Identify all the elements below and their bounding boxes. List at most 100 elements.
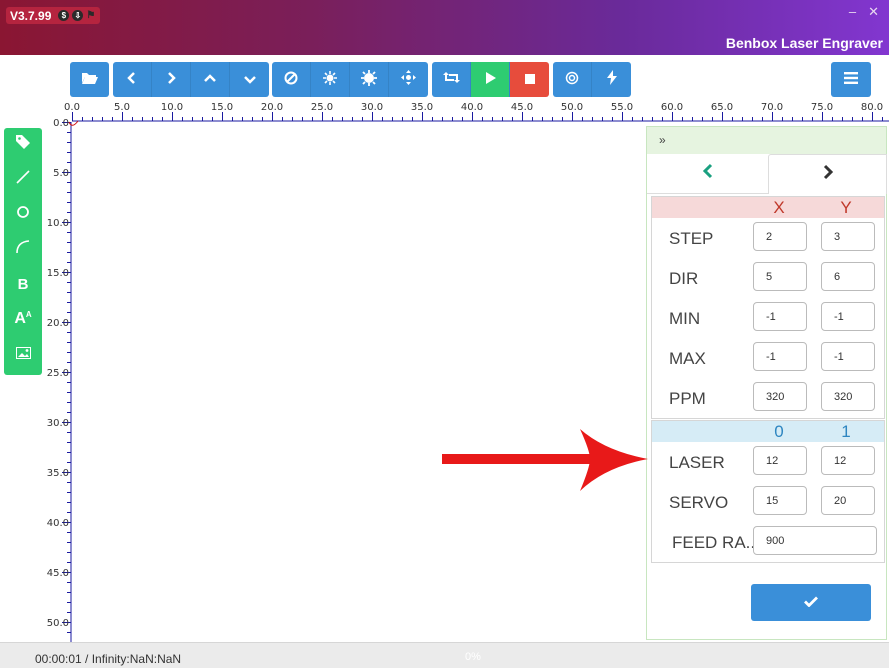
ppm-label: PPM	[669, 389, 706, 408]
ppm-row: PPM 320 320	[652, 379, 886, 419]
app-title: Benbox Laser Engraver	[725, 35, 883, 51]
chevron-right-icon	[822, 163, 834, 186]
min-x-field[interactable]: -1	[753, 302, 807, 331]
ruler-v-label: 25.0	[47, 368, 69, 379]
min-row: MIN -1 -1	[652, 299, 886, 339]
jog-up-button[interactable]	[191, 62, 230, 97]
tool-palette: B AA	[4, 128, 42, 375]
laser-0-field[interactable]: 12	[753, 446, 807, 475]
dollar-icon[interactable]: $	[58, 10, 70, 21]
circle-icon	[16, 205, 30, 223]
move-crosshair-icon	[401, 70, 416, 89]
stop-button[interactable]	[510, 62, 549, 97]
tag-icon	[16, 135, 30, 153]
servo-1-field[interactable]: 20	[821, 486, 875, 515]
ruler-h-label: 30.0	[361, 102, 383, 113]
laser-high-button[interactable]	[350, 62, 389, 97]
laser-row: LASER 12 12	[652, 443, 886, 483]
run-group	[432, 62, 549, 97]
save-settings-button[interactable]	[751, 584, 871, 621]
ruler-h-label: 5.0	[114, 102, 130, 113]
dir-row: DIR 5 6	[652, 259, 886, 299]
feed-rate-field[interactable]: 900	[753, 526, 877, 555]
retweet-icon	[442, 71, 460, 88]
ppm-x-field[interactable]: 320	[753, 382, 807, 411]
step-row: STEP 2 3	[652, 219, 886, 259]
collapse-panel-button[interactable]: »	[659, 133, 666, 147]
ruler-h-label: 35.0	[411, 102, 433, 113]
chevron-left-icon	[702, 162, 714, 185]
servo-0-field[interactable]: 15	[753, 486, 807, 515]
line-tool[interactable]	[4, 167, 42, 191]
jog-group	[113, 62, 269, 97]
device-group	[553, 62, 631, 97]
elapsed-time: 00:00:01 / Infinity:NaN:NaN	[35, 652, 182, 666]
min-y-field[interactable]: -1	[821, 302, 875, 331]
circle-tool[interactable]	[4, 202, 42, 226]
origin-button[interactable]	[553, 62, 592, 97]
checkmark-icon	[804, 594, 818, 612]
output-0-column-header: 0	[774, 422, 784, 441]
dir-x-field[interactable]: 5	[753, 262, 807, 291]
menu-button[interactable]	[831, 62, 871, 97]
step-x-field[interactable]: 2	[753, 222, 807, 251]
output-settings-section: 0 1 LASER 12 12 SERVO 15 20 FEED RA.. 90…	[651, 420, 885, 563]
target-icon	[565, 71, 579, 89]
laser-off-button[interactable]	[272, 62, 311, 97]
work-canvas[interactable]	[68, 120, 646, 642]
tag-tool[interactable]	[4, 132, 42, 156]
jog-right-button[interactable]	[152, 62, 191, 97]
close-button[interactable]: ✕	[868, 4, 879, 20]
hamburger-menu-icon	[844, 71, 858, 89]
bold-text-icon: B	[17, 275, 29, 293]
axis-header: X Y	[652, 197, 884, 218]
dir-y-field[interactable]: 6	[821, 262, 875, 291]
burst-small-icon	[323, 70, 337, 89]
font-size-tool[interactable]: AA	[4, 307, 42, 331]
image-tool[interactable]	[4, 342, 42, 366]
ruler-h-label: 75.0	[811, 102, 833, 113]
output-header: 0 1	[652, 421, 884, 442]
connect-button[interactable]	[592, 62, 631, 97]
flag-icon[interactable]: ⚑	[86, 10, 96, 21]
download-icon[interactable]: ⇩	[72, 10, 84, 21]
arc-tool[interactable]	[4, 237, 42, 261]
ruler-v-label: 10.0	[47, 218, 69, 229]
ppm-y-field[interactable]: 320	[821, 382, 875, 411]
ruler-v-label: 0.0	[53, 118, 69, 129]
ruler-h-label: 15.0	[211, 102, 233, 113]
laser-low-button[interactable]	[311, 62, 350, 97]
panel-header: »	[647, 127, 886, 154]
tab-next[interactable]	[768, 154, 887, 194]
max-y-field[interactable]: -1	[821, 342, 875, 371]
progress-bar: 0%	[300, 648, 645, 664]
minimize-button[interactable]: –	[849, 4, 856, 20]
ruler-v-label: 5.0	[53, 168, 69, 179]
lightning-icon	[606, 70, 617, 89]
status-bar: 00:00:01 / Infinity:NaN:NaN 0%	[0, 642, 889, 668]
ruler-h-label: 10.0	[161, 102, 183, 113]
image-icon	[15, 346, 31, 363]
tab-prev[interactable]	[647, 154, 768, 194]
ruler-h-label: 70.0	[761, 102, 783, 113]
version-badge: V3.7.99 $ ⇩ ⚑	[6, 7, 101, 24]
step-y-field[interactable]: 3	[821, 222, 875, 251]
laser-1-field[interactable]: 12	[821, 446, 875, 475]
ban-icon	[284, 71, 298, 89]
repeat-button[interactable]	[432, 62, 471, 97]
jog-left-button[interactable]	[113, 62, 152, 97]
servo-label: SERVO	[669, 493, 729, 512]
bold-text-tool[interactable]: B	[4, 272, 42, 296]
chevron-up-icon	[204, 71, 216, 88]
x-column-header: X	[773, 198, 785, 217]
move-button[interactable]	[389, 62, 428, 97]
ruler-h-label: 60.0	[661, 102, 683, 113]
dir-label: DIR	[669, 269, 699, 288]
open-file-button[interactable]	[70, 62, 109, 97]
ruler-v-label: 30.0	[47, 418, 69, 429]
feed-rate-row: FEED RA.. 900	[652, 523, 886, 563]
jog-down-button[interactable]	[230, 62, 269, 97]
max-x-field[interactable]: -1	[753, 342, 807, 371]
ruler-h-label: 65.0	[711, 102, 733, 113]
play-button[interactable]	[471, 62, 510, 97]
